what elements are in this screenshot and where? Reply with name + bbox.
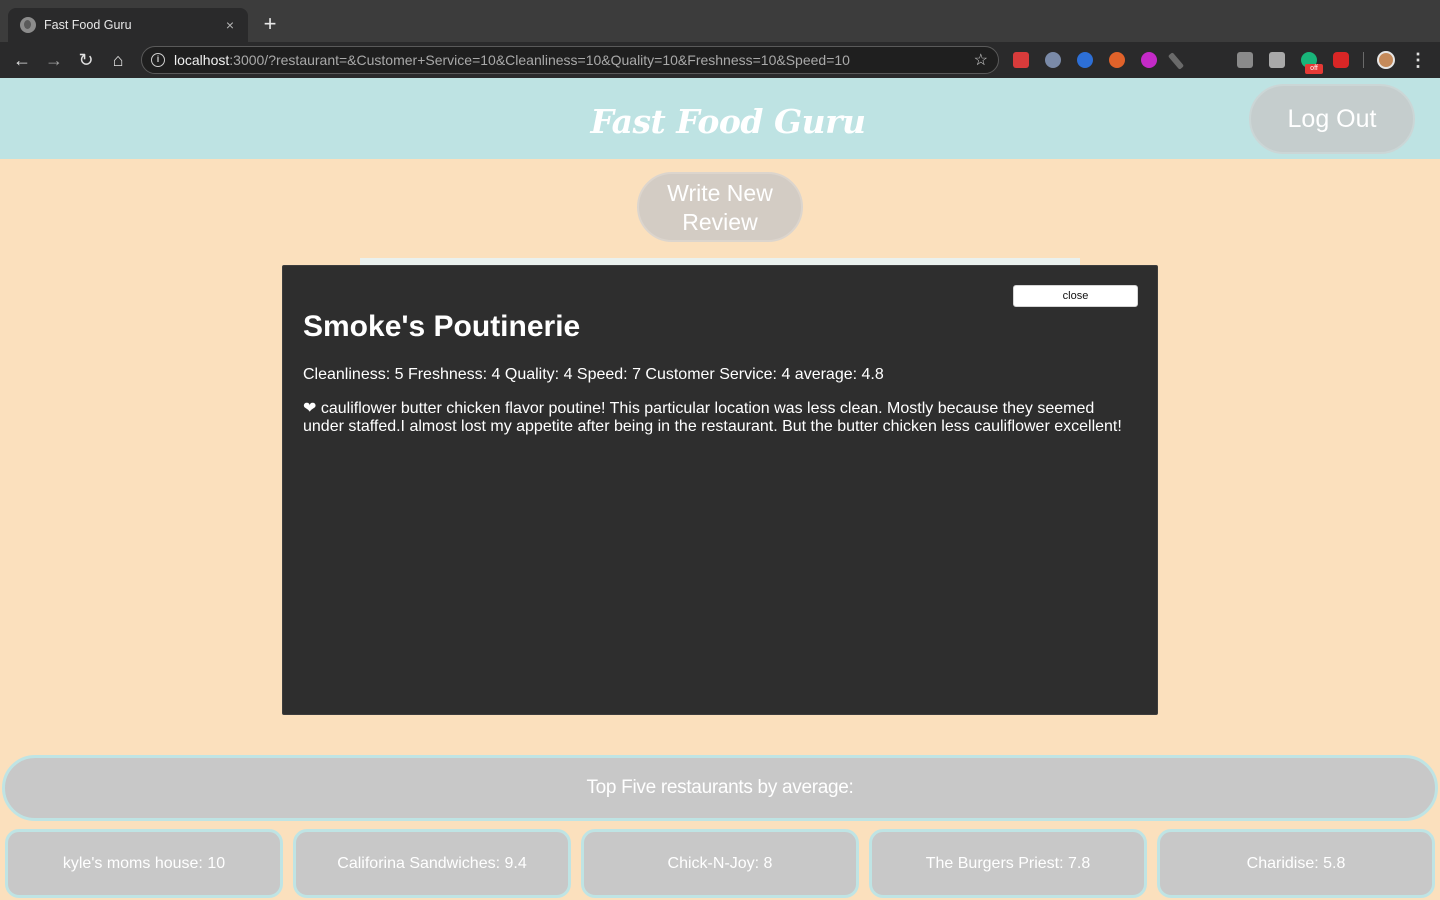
top-five-item[interactable]: kyle's moms house: 10 (5, 829, 283, 898)
globe-icon (20, 17, 36, 33)
extension-moon-icon[interactable] (1141, 52, 1157, 68)
info-icon[interactable]: i (151, 53, 165, 67)
profile-avatar[interactable] (1377, 51, 1395, 69)
restaurant-title: Smoke's Poutinerie (303, 310, 581, 343)
write-review-button[interactable]: Write New Review (637, 172, 803, 242)
forward-icon[interactable]: → (43, 49, 65, 71)
top-five-heading[interactable]: Top Five restaurants by average: (2, 755, 1438, 821)
browser-toolbar: ← → ↻ ⌂ i localhost:3000/?restaurant=&Cu… (0, 42, 1440, 78)
url-text[interactable]: localhost:3000/?restaurant=&Customer+Ser… (174, 52, 974, 68)
browser-tabstrip: Fast Food Guru × + (0, 0, 1440, 42)
url-host: localhost (174, 52, 230, 68)
top-five-item[interactable]: Chick-N-Joy: 8 (581, 829, 859, 898)
review-modal: close Smoke's Poutinerie Cleanliness: 5 … (282, 265, 1158, 715)
top-five-list: kyle's moms house: 10 Califorina Sandwic… (0, 829, 1440, 900)
toolbar-divider (1363, 52, 1364, 68)
extension-glasses-icon[interactable] (1045, 52, 1061, 68)
ratings-summary: Cleanliness: 5 Freshness: 4 Quality: 4 S… (303, 366, 884, 383)
reload-icon[interactable]: ↻ (75, 49, 97, 71)
adblock-icon[interactable] (1333, 52, 1349, 68)
new-tab-icon[interactable]: + (258, 13, 282, 37)
extension-gift-icon[interactable] (1013, 52, 1029, 68)
extension-grey-icon[interactable] (1237, 52, 1253, 68)
back-icon[interactable]: ← (11, 49, 33, 71)
star-icon[interactable]: ☆ (974, 50, 988, 70)
logout-button[interactable]: Log Out (1249, 84, 1415, 154)
menu-dots-icon[interactable]: ⋮ (1408, 49, 1428, 71)
url-path: :3000/?restaurant=&Customer+Service=10&C… (229, 52, 850, 68)
site-logo: Fast Food Guru (590, 102, 866, 141)
extension-off-badge: off (1305, 64, 1323, 74)
extension-k-icon[interactable] (1269, 52, 1285, 68)
duckduckgo-icon[interactable] (1109, 52, 1125, 68)
tab-title: Fast Food Guru (44, 18, 132, 32)
site-header: Fast Food Guru Log Out (0, 78, 1440, 159)
address-bar[interactable]: i localhost:3000/?restaurant=&Customer+S… (141, 46, 999, 74)
top-five-item[interactable]: Charidise: 5.8 (1157, 829, 1435, 898)
extension-blue-icon[interactable] (1077, 52, 1093, 68)
home-icon[interactable]: ⌂ (107, 49, 129, 71)
review-text: ❤ cauliflower butter chicken flavor pout… (303, 400, 1122, 435)
top-five-item[interactable]: The Burgers Priest: 7.8 (869, 829, 1147, 898)
close-button[interactable]: close (1013, 285, 1138, 307)
tab-close-icon[interactable]: × (222, 17, 238, 33)
browser-tab[interactable]: Fast Food Guru × (8, 8, 248, 42)
top-five-item[interactable]: Califorina Sandwiches: 9.4 (293, 829, 571, 898)
